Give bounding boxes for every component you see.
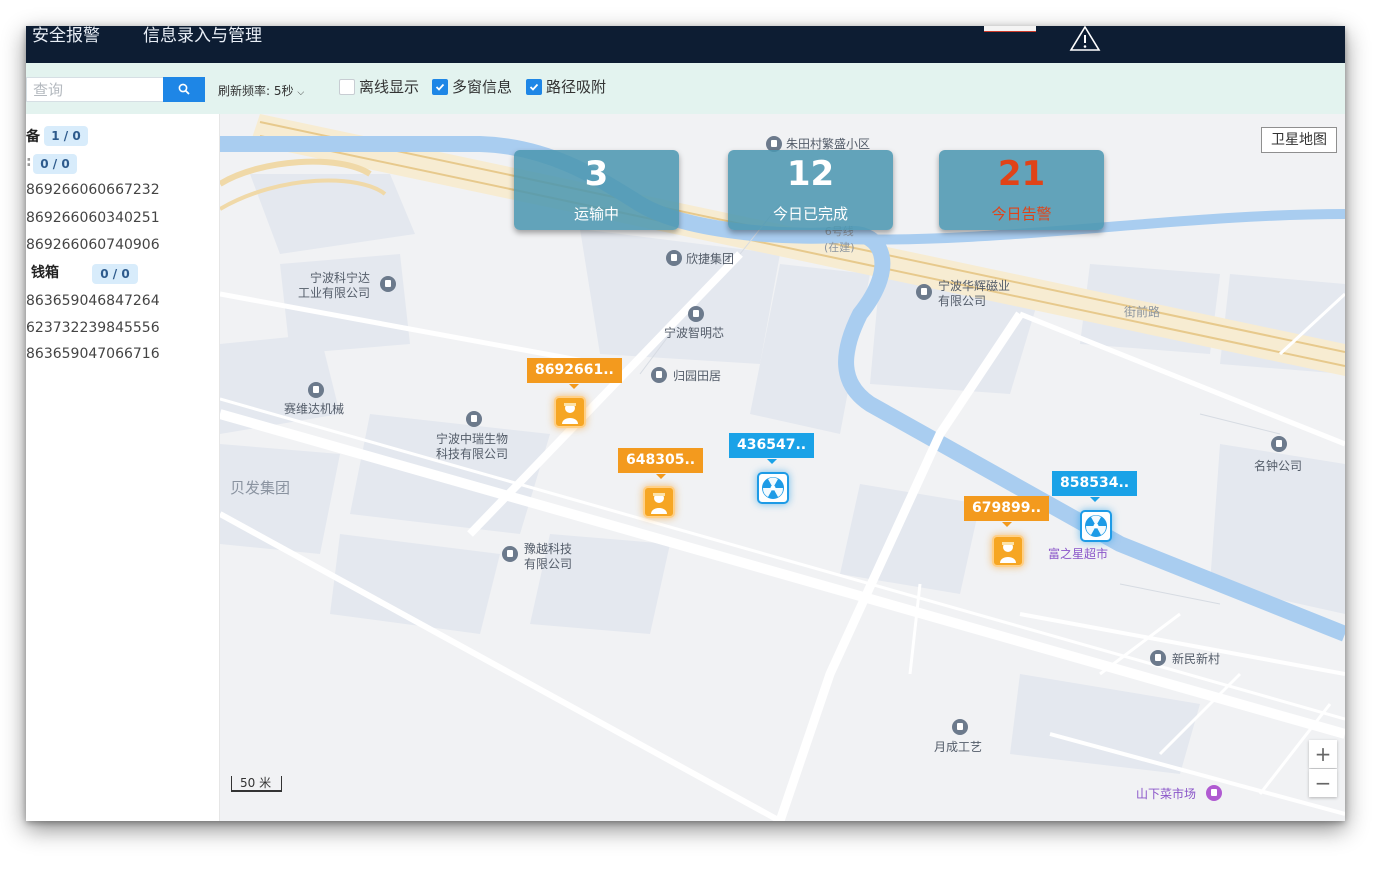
map-view[interactable]: 朱田村繁盛小区 欣捷集团 宁波科宁达 工业有限公司 宁波华辉磁业 有限公司 宁波…	[220, 114, 1345, 821]
check-icon	[529, 83, 539, 91]
device-item[interactable]: 863659047066716	[26, 346, 160, 362]
stat-value: 3	[584, 154, 609, 194]
poi-mingzhong[interactable]: 名钟公司	[1254, 459, 1302, 474]
device-item[interactable]: 863659046847264	[26, 293, 160, 309]
stat-label: 今日已完成	[772, 205, 848, 223]
stat-card-completed-today: 12 今日已完成	[728, 150, 893, 230]
poi-marker-icon	[952, 719, 968, 735]
poi-huahui[interactable]: 宁波华辉磁业 有限公司	[938, 279, 1010, 309]
refresh-rate-label: 刷新频率:	[218, 84, 271, 98]
stat-label: 运输中	[573, 205, 619, 223]
check-icon	[435, 83, 445, 91]
nav-security-alarm[interactable]: 安全报警	[32, 26, 100, 46]
poi-saiwei[interactable]: 赛维达机械	[284, 402, 344, 417]
poi-kedi[interactable]: 宁波科宁达 工业有限公司	[298, 271, 370, 301]
poi-yuyue[interactable]: 豫越科技 有限公司	[524, 542, 572, 572]
logo	[984, 26, 1036, 32]
poi-marker-icon	[308, 382, 324, 398]
poi-marker-icon	[466, 411, 482, 427]
marker-label[interactable]: 8692661..	[527, 358, 622, 389]
stat-value: 12	[786, 154, 835, 194]
refresh-rate-value: 5秒	[273, 84, 294, 98]
checkbox-offline-label[interactable]: 离线显示	[359, 79, 419, 96]
poi-xinjie[interactable]: 欣捷集团	[686, 252, 734, 267]
group-title[interactable]: 备	[26, 126, 40, 146]
marker-label[interactable]: 858534..	[1052, 471, 1138, 502]
road-label: 街前路	[1124, 305, 1161, 319]
checkbox-multi-window[interactable]	[432, 79, 448, 95]
checkbox-path-snap[interactable]	[526, 79, 542, 95]
device-tree-panel: 备 1 / 0 : 0 / 0 869266060667232 86926606…	[26, 114, 220, 821]
poi-marker-icon	[688, 306, 704, 322]
worker-marker-icon[interactable]	[992, 535, 1024, 567]
marker-label[interactable]: 648305..	[618, 448, 704, 479]
toolbar: 刷新频率: 5秒 ⌵ 离线显示 多窗信息 路径吸附	[26, 63, 1345, 114]
search-input[interactable]	[26, 77, 163, 102]
group-count-badge: 0 / 0	[92, 264, 138, 284]
group-title[interactable]: 钱箱	[31, 262, 59, 282]
poi-zhongrui[interactable]: 宁波中瑞生物 科技有限公司	[436, 432, 508, 462]
checkbox-path-snap-label[interactable]: 路径吸附	[546, 79, 606, 96]
poi-marker-icon	[1271, 436, 1287, 452]
stat-card-alarms-today: 21 今日告警	[939, 150, 1104, 230]
poi-marker-icon	[502, 546, 518, 562]
poi-shanxiacai[interactable]: 山下菜市场	[1136, 787, 1196, 802]
group-title[interactable]: :	[26, 154, 32, 170]
chevron-down-icon: ⌵	[297, 88, 305, 98]
poi-marker-icon	[380, 276, 396, 292]
marker-label[interactable]: 679899..	[964, 496, 1050, 527]
poi-fuzhixing[interactable]: 富之星超市	[1048, 547, 1108, 562]
marker-label[interactable]: 436547..	[729, 433, 815, 464]
group-count-badge: 0 / 0	[33, 154, 77, 174]
zoom-in-button[interactable]: +	[1309, 740, 1337, 768]
poi-marker-icon	[666, 250, 682, 266]
radiation-marker-icon[interactable]	[1080, 510, 1112, 542]
warning-triangle-icon[interactable]	[1068, 26, 1102, 52]
search-button[interactable]	[163, 77, 205, 102]
device-item[interactable]: 623732239845556	[26, 320, 160, 336]
poi-marker-icon	[1206, 785, 1222, 801]
stat-label: 今日告警	[991, 205, 1052, 223]
worker-marker-icon[interactable]	[643, 486, 675, 518]
refresh-rate-select[interactable]: 刷新频率: 5秒 ⌵	[218, 82, 304, 99]
zoom-out-button[interactable]: −	[1309, 769, 1337, 797]
poi-marker-icon	[1150, 650, 1166, 666]
app-window: 安全报警 信息录入与管理 刷新频率: 5秒 ⌵ 离线显示 多窗信息	[26, 26, 1345, 821]
poi-zhiming[interactable]: 宁波智明芯	[664, 326, 724, 341]
stat-card-in-transit: 3 运输中	[514, 150, 679, 230]
search-icon	[178, 83, 190, 95]
device-item[interactable]: 869266060667232	[26, 182, 160, 198]
poi-xinmin[interactable]: 新民新村	[1172, 652, 1220, 667]
poi-marker-icon	[916, 284, 932, 300]
group-count-badge: 1 / 0	[44, 126, 88, 146]
nav-info-management[interactable]: 信息录入与管理	[143, 26, 262, 46]
device-item[interactable]: 869266060740906	[26, 237, 160, 253]
poi-yuecheng[interactable]: 月成工艺	[934, 740, 982, 755]
radiation-marker-icon[interactable]	[757, 472, 789, 504]
worker-marker-icon[interactable]	[554, 396, 586, 428]
checkbox-offline-display[interactable]	[339, 79, 355, 95]
stat-value: 21	[997, 154, 1046, 194]
poi-guiyuan[interactable]: 归园田居	[673, 369, 721, 384]
device-item[interactable]: 869266060340251	[26, 210, 160, 226]
checkbox-multi-window-label[interactable]: 多窗信息	[452, 79, 512, 96]
satellite-map-button[interactable]: 卫星地图	[1261, 127, 1337, 153]
map-scale-bar	[231, 776, 282, 792]
top-nav-bar: 安全报警 信息录入与管理	[26, 26, 1345, 63]
poi-marker-icon	[651, 367, 667, 383]
poi-beifa[interactable]: 贝发集团	[230, 481, 290, 496]
